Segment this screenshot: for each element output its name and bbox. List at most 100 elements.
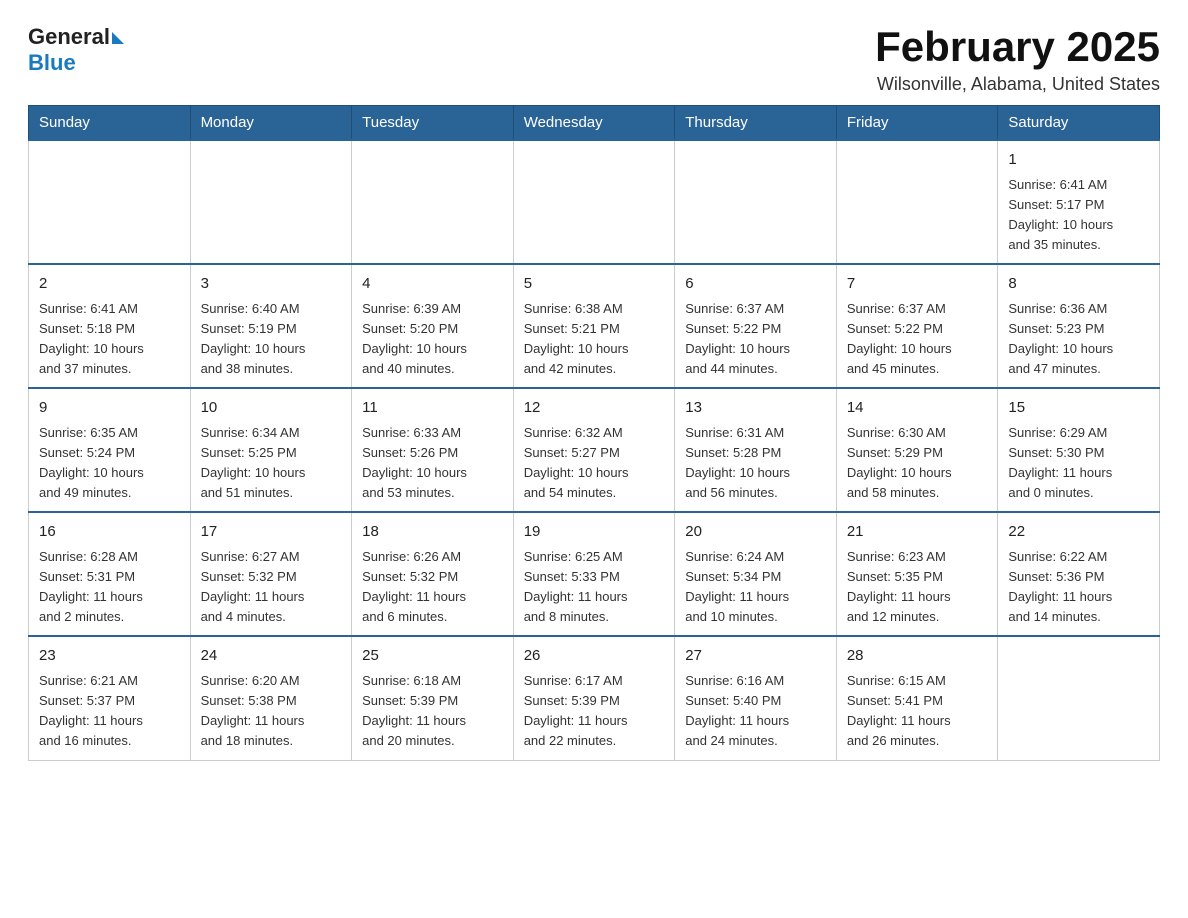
day-info: Sunrise: 6:17 AM Sunset: 5:39 PM Dayligh…: [524, 671, 665, 752]
day-info: Sunrise: 6:26 AM Sunset: 5:32 PM Dayligh…: [362, 547, 503, 628]
day-number: 22: [1008, 521, 1149, 544]
day-info: Sunrise: 6:28 AM Sunset: 5:31 PM Dayligh…: [39, 547, 180, 628]
calendar-cell: 10 Sunrise: 6:34 AM Sunset: 5:25 PM Dayli…: [190, 388, 352, 512]
day-number: 26: [524, 645, 665, 668]
logo-blue-text: Blue: [28, 50, 76, 76]
calendar-cell: [29, 140, 191, 264]
calendar-week-row: 23 Sunrise: 6:21 AM Sunset: 5:37 PM Dayli…: [29, 636, 1160, 760]
day-number: 27: [685, 645, 826, 668]
day-number: 13: [685, 397, 826, 420]
day-info: Sunrise: 6:33 AM Sunset: 5:26 PM Dayligh…: [362, 423, 503, 504]
day-number: 17: [201, 521, 342, 544]
day-number: 21: [847, 521, 988, 544]
day-number: 8: [1008, 273, 1149, 296]
day-number: 15: [1008, 397, 1149, 420]
calendar-cell: 2Sunrise: 6:41 AM Sunset: 5:18 PM Daylig…: [29, 264, 191, 388]
weekday-header-thursday: Thursday: [675, 106, 837, 141]
day-info: Sunrise: 6:36 AM Sunset: 5:23 PM Dayligh…: [1008, 299, 1149, 380]
calendar-cell: 25 Sunrise: 6:18 AM Sunset: 5:39 PM Dayli…: [352, 636, 514, 760]
day-number: 5: [524, 273, 665, 296]
calendar-cell: 24Sunrise: 6:20 AM Sunset: 5:38 PM Dayli…: [190, 636, 352, 760]
calendar-cell: 18 Sunrise: 6:26 AM Sunset: 5:32 PM Dayli…: [352, 512, 514, 636]
calendar-cell: [352, 140, 514, 264]
month-year-title: February 2025: [875, 24, 1160, 70]
weekday-header-saturday: Saturday: [998, 106, 1160, 141]
day-info: Sunrise: 6:18 AM Sunset: 5:39 PM Dayligh…: [362, 671, 503, 752]
day-info: Sunrise: 6:41 AM Sunset: 5:18 PM Dayligh…: [39, 299, 180, 380]
day-info: Sunrise: 6:25 AM Sunset: 5:33 PM Dayligh…: [524, 547, 665, 628]
weekday-header-row: SundayMondayTuesdayWednesdayThursdayFrid…: [29, 106, 1160, 141]
day-number: 3: [201, 273, 342, 296]
calendar-cell: 6 Sunrise: 6:37 AM Sunset: 5:22 PM Daylig…: [675, 264, 837, 388]
day-info: Sunrise: 6:24 AM Sunset: 5:34 PM Dayligh…: [685, 547, 826, 628]
calendar-cell: [998, 636, 1160, 760]
day-info: Sunrise: 6:37 AM Sunset: 5:22 PM Dayligh…: [847, 299, 988, 380]
day-number: 24: [201, 645, 342, 668]
day-number: 4: [362, 273, 503, 296]
calendar-table: SundayMondayTuesdayWednesdayThursdayFrid…: [28, 105, 1160, 760]
day-info: Sunrise: 6:41 AM Sunset: 5:17 PM Dayligh…: [1008, 175, 1149, 256]
day-number: 14: [847, 397, 988, 420]
calendar-cell: 21 Sunrise: 6:23 AM Sunset: 5:35 PM Dayli…: [836, 512, 998, 636]
logo-triangle-icon: [112, 32, 124, 44]
calendar-week-row: 9Sunrise: 6:35 AM Sunset: 5:24 PM Daylig…: [29, 388, 1160, 512]
day-number: 10: [201, 397, 342, 420]
logo-general-text: General: [28, 24, 110, 50]
day-info: Sunrise: 6:35 AM Sunset: 5:24 PM Dayligh…: [39, 423, 180, 504]
day-info: Sunrise: 6:32 AM Sunset: 5:27 PM Dayligh…: [524, 423, 665, 504]
calendar-cell: 11 Sunrise: 6:33 AM Sunset: 5:26 PM Dayli…: [352, 388, 514, 512]
calendar-cell: 16 Sunrise: 6:28 AM Sunset: 5:31 PM Dayli…: [29, 512, 191, 636]
title-block: February 2025 Wilsonville, Alabama, Unit…: [875, 24, 1160, 95]
weekday-header-friday: Friday: [836, 106, 998, 141]
calendar-cell: 13 Sunrise: 6:31 AM Sunset: 5:28 PM Dayli…: [675, 388, 837, 512]
day-number: 23: [39, 645, 180, 668]
day-number: 28: [847, 645, 988, 668]
day-info: Sunrise: 6:34 AM Sunset: 5:25 PM Dayligh…: [201, 423, 342, 504]
logo: General Blue: [28, 24, 124, 76]
calendar-cell: 9Sunrise: 6:35 AM Sunset: 5:24 PM Daylig…: [29, 388, 191, 512]
day-info: Sunrise: 6:15 AM Sunset: 5:41 PM Dayligh…: [847, 671, 988, 752]
day-info: Sunrise: 6:37 AM Sunset: 5:22 PM Dayligh…: [685, 299, 826, 380]
day-info: Sunrise: 6:31 AM Sunset: 5:28 PM Dayligh…: [685, 423, 826, 504]
day-number: 11: [362, 397, 503, 420]
day-info: Sunrise: 6:39 AM Sunset: 5:20 PM Dayligh…: [362, 299, 503, 380]
day-info: Sunrise: 6:30 AM Sunset: 5:29 PM Dayligh…: [847, 423, 988, 504]
calendar-cell: 20 Sunrise: 6:24 AM Sunset: 5:34 PM Dayli…: [675, 512, 837, 636]
day-info: Sunrise: 6:22 AM Sunset: 5:36 PM Dayligh…: [1008, 547, 1149, 628]
day-number: 1: [1008, 149, 1149, 172]
calendar-cell: 17 Sunrise: 6:27 AM Sunset: 5:32 PM Dayli…: [190, 512, 352, 636]
day-number: 20: [685, 521, 826, 544]
day-number: 25: [362, 645, 503, 668]
calendar-cell: [836, 140, 998, 264]
day-info: Sunrise: 6:29 AM Sunset: 5:30 PM Dayligh…: [1008, 423, 1149, 504]
day-number: 6: [685, 273, 826, 296]
day-info: Sunrise: 6:16 AM Sunset: 5:40 PM Dayligh…: [685, 671, 826, 752]
calendar-cell: 27 Sunrise: 6:16 AM Sunset: 5:40 PM Dayli…: [675, 636, 837, 760]
calendar-week-row: 1 Sunrise: 6:41 AM Sunset: 5:17 PM Daylig…: [29, 140, 1160, 264]
weekday-header-wednesday: Wednesday: [513, 106, 675, 141]
calendar-cell: 8 Sunrise: 6:36 AM Sunset: 5:23 PM Daylig…: [998, 264, 1160, 388]
calendar-cell: 19 Sunrise: 6:25 AM Sunset: 5:33 PM Dayli…: [513, 512, 675, 636]
location-subtitle: Wilsonville, Alabama, United States: [875, 74, 1160, 95]
calendar-cell: 12Sunrise: 6:32 AM Sunset: 5:27 PM Dayli…: [513, 388, 675, 512]
weekday-header-sunday: Sunday: [29, 106, 191, 141]
day-number: 16: [39, 521, 180, 544]
day-info: Sunrise: 6:23 AM Sunset: 5:35 PM Dayligh…: [847, 547, 988, 628]
calendar-cell: 7Sunrise: 6:37 AM Sunset: 5:22 PM Daylig…: [836, 264, 998, 388]
calendar-week-row: 16 Sunrise: 6:28 AM Sunset: 5:31 PM Dayli…: [29, 512, 1160, 636]
calendar-cell: 4 Sunrise: 6:39 AM Sunset: 5:20 PM Daylig…: [352, 264, 514, 388]
calendar-cell: 15 Sunrise: 6:29 AM Sunset: 5:30 PM Dayli…: [998, 388, 1160, 512]
calendar-cell: [190, 140, 352, 264]
day-info: Sunrise: 6:27 AM Sunset: 5:32 PM Dayligh…: [201, 547, 342, 628]
weekday-header-monday: Monday: [190, 106, 352, 141]
day-number: 19: [524, 521, 665, 544]
calendar-cell: 26 Sunrise: 6:17 AM Sunset: 5:39 PM Dayli…: [513, 636, 675, 760]
page-header: General Blue February 2025 Wilsonville, …: [28, 24, 1160, 95]
calendar-week-row: 2Sunrise: 6:41 AM Sunset: 5:18 PM Daylig…: [29, 264, 1160, 388]
day-info: Sunrise: 6:38 AM Sunset: 5:21 PM Dayligh…: [524, 299, 665, 380]
day-info: Sunrise: 6:21 AM Sunset: 5:37 PM Dayligh…: [39, 671, 180, 752]
day-number: 18: [362, 521, 503, 544]
calendar-cell: 14 Sunrise: 6:30 AM Sunset: 5:29 PM Dayli…: [836, 388, 998, 512]
calendar-cell: 5 Sunrise: 6:38 AM Sunset: 5:21 PM Daylig…: [513, 264, 675, 388]
day-info: Sunrise: 6:40 AM Sunset: 5:19 PM Dayligh…: [201, 299, 342, 380]
